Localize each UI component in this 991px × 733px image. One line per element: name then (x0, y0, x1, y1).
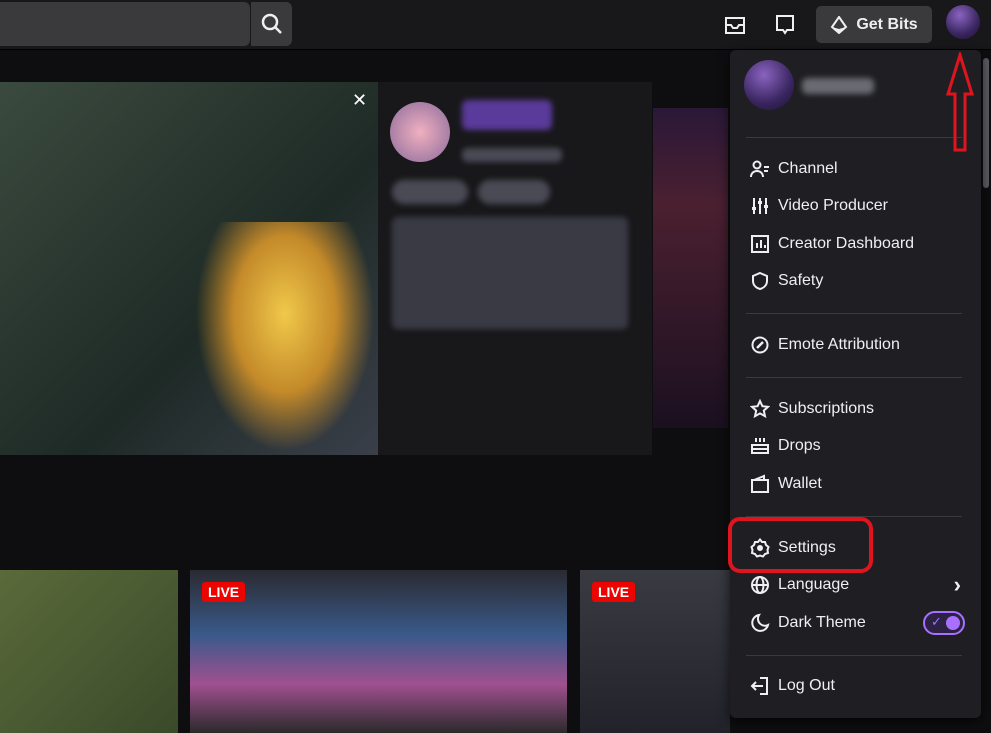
divider (746, 137, 962, 138)
whispers-icon (776, 15, 794, 35)
menu-item-label: Creator Dashboard (778, 235, 915, 252)
menu-item-label: Emote Attribution (778, 336, 900, 353)
channel-icon (750, 160, 769, 178)
menu-item-video-producer[interactable]: Video Producer (750, 192, 965, 220)
menu-item-label: Subscriptions (778, 400, 875, 417)
top-nav: Get Bits (0, 0, 991, 50)
featured-video-player[interactable]: ✕ (0, 82, 378, 455)
whispers-button[interactable] (768, 8, 802, 42)
menu-item-emote-attribution[interactable]: Emote Attribution (750, 331, 965, 359)
get-bits-label: Get Bits (856, 15, 918, 33)
tag[interactable] (478, 180, 550, 204)
menu-avatar (744, 60, 794, 110)
bits-icon (830, 15, 848, 34)
star-icon (750, 399, 770, 419)
menu-item-label: Language (778, 576, 850, 593)
shield-icon (752, 271, 768, 291)
menu-item-label: Dark Theme (778, 614, 866, 631)
search-icon (261, 13, 282, 34)
globe-icon (751, 576, 769, 594)
streamer-avatar[interactable] (390, 102, 450, 162)
divider (746, 313, 962, 314)
viewer-count (462, 148, 562, 162)
live-badge: LIVE (202, 582, 246, 602)
menu-item-drops[interactable]: Drops (750, 432, 965, 460)
stream-description (392, 217, 628, 329)
inbox-button[interactable] (718, 8, 752, 42)
logout-icon (750, 677, 768, 695)
emote-icon (751, 336, 769, 354)
close-icon[interactable]: ✕ (352, 90, 367, 111)
menu-item-creator-dashboard[interactable]: Creator Dashboard (750, 230, 965, 258)
menu-item-label: Video Producer (778, 197, 888, 214)
menu-item-label: Safety (778, 272, 824, 289)
carousel-side-thumbnail[interactable] (653, 108, 728, 428)
stream-thumbnail[interactable]: LIVE (190, 570, 567, 733)
featured-stream-card[interactable]: ✕ (0, 82, 652, 455)
live-badge: LIVE (592, 582, 636, 602)
menu-item-label: Log Out (778, 677, 835, 694)
user-menu-dropdown: Channel Video Producer Creator Dashboard… (730, 50, 981, 718)
wallet-icon (751, 474, 769, 493)
drops-icon (751, 438, 769, 454)
check-icon: ✓ (931, 614, 942, 629)
moon-icon (751, 613, 770, 632)
dark-theme-toggle[interactable]: ✓ (923, 611, 965, 635)
user-avatar-button[interactable] (946, 5, 980, 39)
divider (746, 655, 962, 656)
menu-item-log-out[interactable]: Log Out (750, 672, 965, 700)
menu-item-channel[interactable]: Channel (750, 155, 965, 183)
get-bits-button[interactable]: Get Bits (816, 6, 932, 43)
sliders-icon (752, 198, 768, 214)
menu-item-wallet[interactable]: Wallet (750, 470, 965, 498)
arrow-up-annotation (945, 52, 975, 152)
menu-item-language[interactable]: Language › (750, 571, 965, 599)
divider (746, 377, 962, 378)
stream-thumbnail[interactable] (0, 570, 178, 733)
menu-item-dark-theme[interactable]: Dark Theme ✓ (750, 609, 965, 637)
settings-highlight-annotation (728, 517, 873, 573)
inbox-icon (725, 17, 745, 34)
menu-item-label: Channel (778, 160, 838, 177)
menu-item-label: Drops (778, 437, 821, 454)
search-input[interactable] (0, 2, 250, 46)
menu-item-label: Wallet (778, 475, 822, 492)
username (802, 78, 874, 94)
menu-item-safety[interactable]: Safety (750, 267, 965, 295)
menu-item-subscriptions[interactable]: Subscriptions (750, 395, 965, 423)
scrollbar[interactable] (983, 58, 989, 188)
chevron-right-icon: › (953, 572, 961, 597)
search-button[interactable] (250, 2, 292, 46)
streamer-name[interactable] (462, 100, 552, 130)
stream-thumbnail[interactable]: LIVE (580, 570, 730, 733)
tag[interactable] (392, 180, 468, 204)
dashboard-icon (751, 235, 769, 253)
